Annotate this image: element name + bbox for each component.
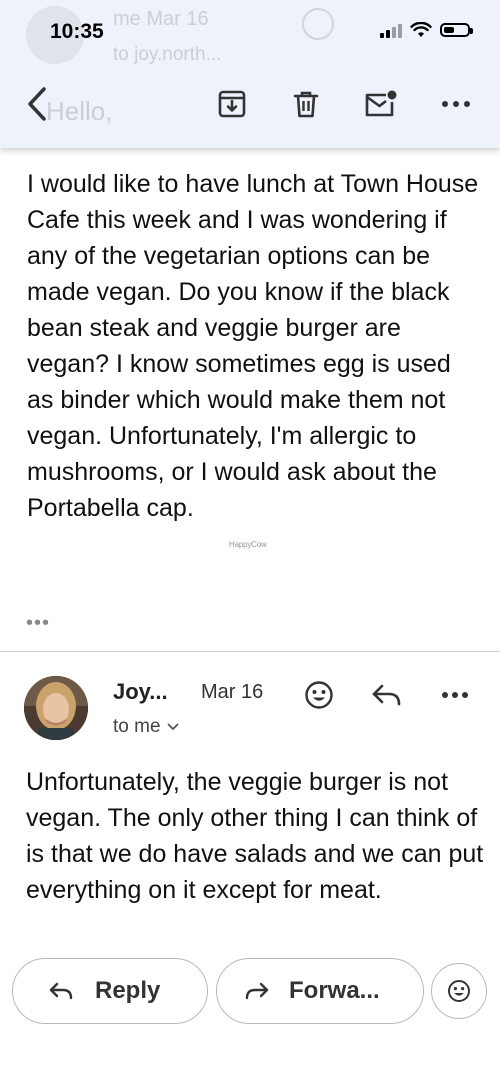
reply-icon xyxy=(372,684,401,706)
more-icon xyxy=(442,692,468,698)
trash-icon xyxy=(293,91,319,118)
archive-button[interactable] xyxy=(214,86,250,122)
message-more-button[interactable] xyxy=(439,688,471,702)
message-body: I would like to have lunch at Town House… xyxy=(27,170,479,522)
back-button[interactable] xyxy=(22,84,52,124)
react-emoji-button[interactable] xyxy=(302,678,336,712)
archive-icon xyxy=(218,90,246,118)
mark-unread-icon xyxy=(365,90,397,117)
emoji-icon xyxy=(448,980,470,1002)
more-options-button[interactable] xyxy=(438,86,474,122)
sender-avatar[interactable] xyxy=(24,676,88,740)
email-header-bar: me Mar 16 to joy.north... Hello, 10:35 xyxy=(0,0,500,148)
forward-button[interactable]: Forwa... xyxy=(216,958,424,1024)
wifi-icon xyxy=(410,22,432,37)
ghost-sender-line: me Mar 16 xyxy=(113,8,209,30)
sender-name[interactable]: Joy... xyxy=(113,679,168,705)
emoji-icon xyxy=(305,681,333,709)
message-body: Unfortunately, the veggie burger is not … xyxy=(26,768,484,904)
status-icons xyxy=(380,22,473,38)
status-time: 10:35 xyxy=(50,20,104,43)
show-trimmed-content-button[interactable]: ••• xyxy=(26,612,50,635)
avatar-photo xyxy=(24,676,88,740)
battery-icon xyxy=(440,23,473,37)
reply-label: Reply xyxy=(95,977,161,1004)
message-divider xyxy=(0,651,500,652)
watermark: HappyCow xyxy=(229,540,267,549)
reply-button[interactable]: Reply xyxy=(12,958,208,1024)
ghost-greeting: Hello, xyxy=(46,96,113,126)
back-icon xyxy=(28,87,46,121)
cellular-signal-icon xyxy=(380,22,402,38)
chevron-down-icon xyxy=(167,723,178,731)
message-date: Mar 16 xyxy=(201,681,264,703)
mark-unread-button[interactable] xyxy=(362,86,398,122)
recipient-details-toggle[interactable]: to me xyxy=(113,716,179,738)
ghost-recipient-line: to joy.north... xyxy=(113,44,222,65)
reply-icon-button[interactable] xyxy=(370,680,404,710)
delete-button[interactable] xyxy=(288,86,324,122)
forward-label: Forwa... xyxy=(289,977,380,1004)
ghost-emoji-icon xyxy=(302,8,334,40)
reply-icon xyxy=(49,982,73,1000)
recipient-label: to me xyxy=(113,716,161,737)
react-emoji-button[interactable] xyxy=(431,963,487,1019)
forward-icon xyxy=(245,982,269,1000)
more-icon xyxy=(442,101,470,107)
